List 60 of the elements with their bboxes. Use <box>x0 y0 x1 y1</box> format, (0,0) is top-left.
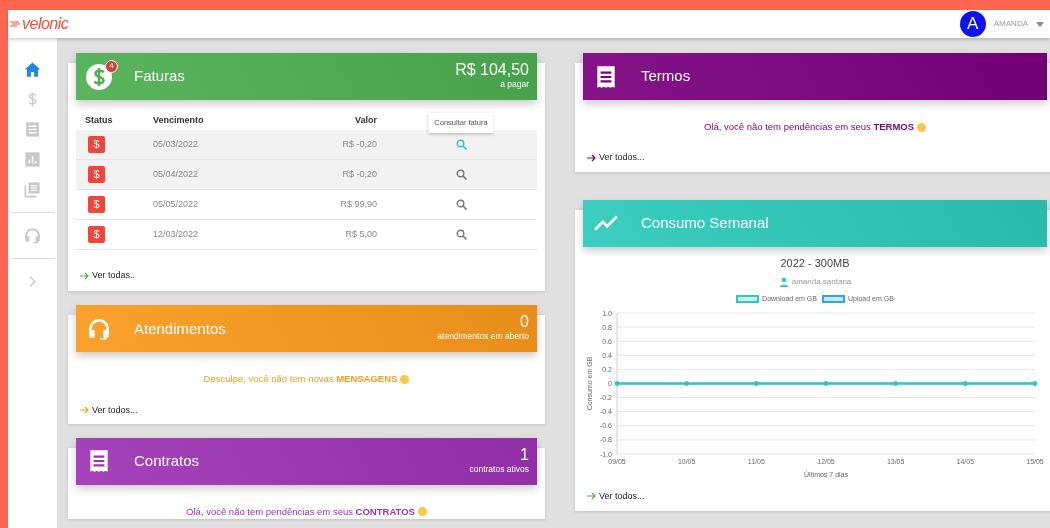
see-all-link[interactable]: Ver todos... <box>80 403 138 417</box>
card-title: Atendimentos <box>134 318 227 339</box>
speed-lines-icon <box>10 19 22 29</box>
emoji-icon <box>917 122 927 132</box>
column-header: Status <box>76 114 144 130</box>
user-icon <box>778 277 789 287</box>
avatar: A <box>959 11 986 37</box>
emoji-icon <box>417 507 427 517</box>
status-icon: $ <box>88 166 105 183</box>
headset-icon[interactable] <box>23 226 42 245</box>
summary-value: R$ 104,50 <box>455 62 529 79</box>
see-all-link[interactable]: Ver todas.. <box>80 269 136 283</box>
dollar-icon <box>86 63 112 90</box>
search-icon[interactable] <box>455 228 467 240</box>
column-header: Valor <box>294 114 385 130</box>
table-cell: 05/03/2022 <box>144 129 294 160</box>
newspaper-icon[interactable] <box>23 180 42 199</box>
summary-caption: contratos ativos <box>469 462 529 476</box>
emoji-icon <box>400 374 410 384</box>
message: Olá, você não tem pendências em seus TERMOS <box>703 120 915 134</box>
table-cell: R$ 99,90 <box>294 189 385 220</box>
user-name: amanda.santana <box>791 276 852 288</box>
table-cell: R$ -0,20 <box>294 129 385 160</box>
search-icon[interactable] <box>455 138 467 150</box>
see-all-link[interactable]: Ver todos... <box>587 151 645 165</box>
card-title: Contratos <box>134 451 201 471</box>
table-cell: 05/05/2022 <box>144 189 294 220</box>
summary-caption: a pagar <box>499 78 529 91</box>
arrow-icon <box>80 271 89 280</box>
table-cell: R$ 5,00 <box>294 219 385 250</box>
summary-value: 0 <box>519 314 529 331</box>
table-cell: 05/04/2022 <box>144 159 294 190</box>
caret-icon[interactable] <box>1036 21 1044 27</box>
card-title: Consumo Semanal <box>641 212 770 233</box>
legend-swatch <box>821 295 845 304</box>
bar-chart-icon[interactable] <box>23 150 42 169</box>
summary-caption: atendimentos em aberto <box>437 330 529 344</box>
message: Olá, você não tem pendências em seus CONTRATOS <box>186 504 415 519</box>
notification-badge: 4 <box>105 59 118 73</box>
see-all-link[interactable]: Ver todos... <box>587 489 645 503</box>
arrow-icon <box>587 154 596 162</box>
table-cell: 12/03/2022 <box>144 219 294 250</box>
search-icon[interactable] <box>455 168 467 180</box>
logo: velonic <box>22 14 69 34</box>
home-icon[interactable] <box>23 60 42 79</box>
status-icon: $ <box>88 226 105 243</box>
chart-title: 2022 - 300MB <box>779 255 851 271</box>
card-title: Termos <box>641 66 692 87</box>
status-icon: $ <box>88 196 105 213</box>
legend-swatch <box>736 295 760 304</box>
arrow-icon <box>80 406 89 415</box>
summary-value: 1 <box>519 446 529 463</box>
message: Desculpe, você não tem novas MENSAGENS <box>203 372 398 387</box>
search-icon[interactable] <box>455 198 467 210</box>
arrow-icon <box>587 492 596 501</box>
list-icon[interactable] <box>23 120 42 139</box>
column-header: Vencimento <box>144 114 294 130</box>
card-title: Faturas <box>134 66 186 87</box>
table-cell: R$ -0,20 <box>294 159 385 190</box>
status-icon: $ <box>88 135 105 153</box>
